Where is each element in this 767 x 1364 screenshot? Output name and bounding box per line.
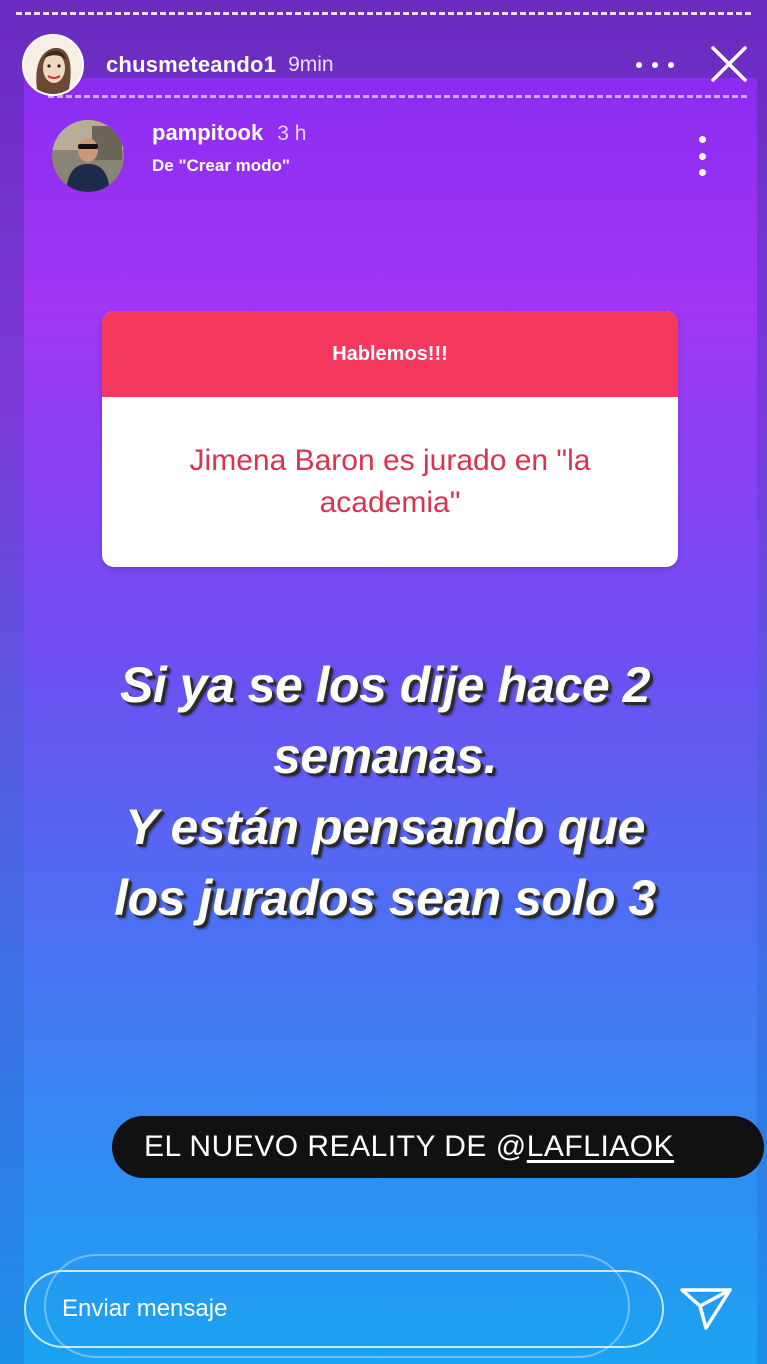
reposted-avatar[interactable] <box>52 120 124 192</box>
avatar[interactable] <box>22 34 84 96</box>
story-timestamp: 9min <box>288 53 334 76</box>
main-text-line: los jurados sean solo 3 <box>114 870 656 926</box>
question-sticker-text: Jimena Baron es jurado en "la academia" <box>189 444 591 519</box>
close-icon[interactable] <box>709 44 749 84</box>
story-header: chusmeteando1 9min <box>22 34 334 96</box>
main-text-line: semanas. <box>273 728 497 784</box>
reposted-story-header: pampitook 3 h De "Crear modo" <box>52 120 306 192</box>
send-icon[interactable] <box>678 1284 734 1332</box>
story-progress-bar <box>16 12 751 18</box>
main-text-line: Si ya se los dije hace 2 <box>120 657 650 713</box>
story-main-text: Si ya se los dije hace 2 semanas. Y está… <box>40 650 730 934</box>
mention-handle[interactable]: LAFLIAOK <box>527 1130 674 1164</box>
main-text-line: Y están pensando que <box>125 799 645 855</box>
reposted-progress-bar <box>48 95 747 102</box>
progress-segment <box>16 12 751 18</box>
question-sticker-header: Hablemos!!! <box>102 311 678 397</box>
mention-tag[interactable]: EL NUEVO REALITY DE @ LAFLIAOK <box>112 1116 764 1178</box>
reposted-timestamp: 3 h <box>277 122 307 145</box>
question-sticker: Hablemos!!! Jimena Baron es jurado en "l… <box>102 311 678 567</box>
message-input-placeholder: Enviar mensaje <box>62 1295 228 1322</box>
reposted-source-label: De "Crear modo" <box>152 156 290 175</box>
story-username[interactable]: chusmeteando1 <box>106 52 276 78</box>
more-horizontal-icon[interactable] <box>636 50 674 80</box>
message-input[interactable]: Enviar mensaje <box>24 1270 664 1348</box>
reposted-username[interactable]: pampitook <box>152 120 263 145</box>
more-vertical-icon[interactable] <box>696 136 708 176</box>
mention-tag-prefix: EL NUEVO REALITY DE @ <box>144 1130 527 1163</box>
